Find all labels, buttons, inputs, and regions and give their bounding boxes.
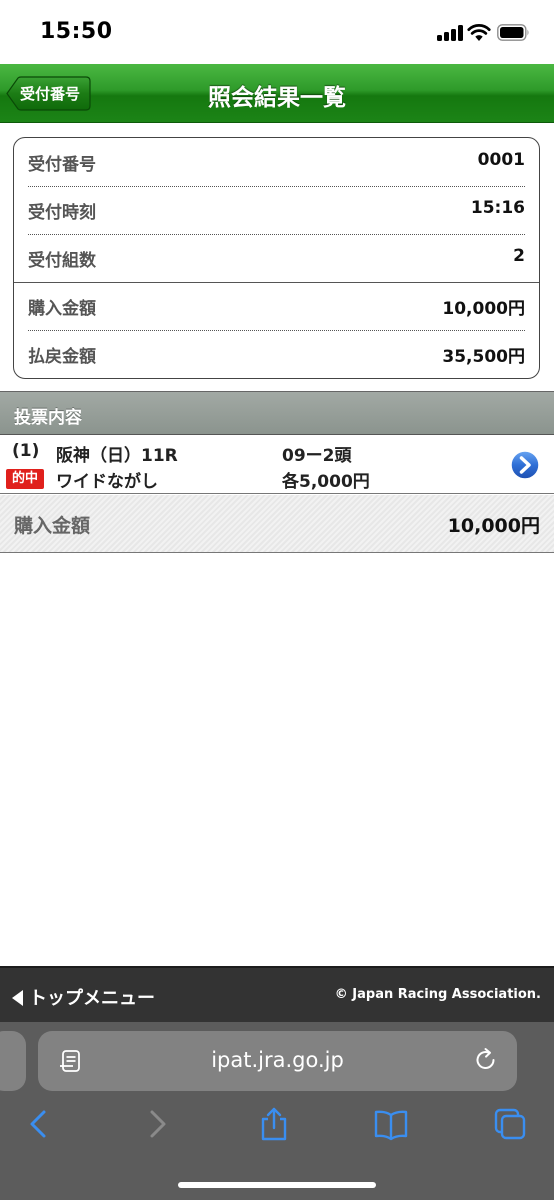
page-title: 照会結果一覧 bbox=[208, 85, 346, 111]
bookmarks-icon[interactable] bbox=[373, 1106, 409, 1142]
summary-row-purchase-amount: 購入金額 10,000円 bbox=[28, 282, 525, 330]
wifi-icon bbox=[467, 24, 491, 41]
forward-arrow-icon[interactable] bbox=[140, 1106, 176, 1142]
summary-box: 受付番号 0001 受付時刻 15:16 受付組数 2 購入金額 10,000円… bbox=[13, 137, 540, 379]
footer-bar: トップメニュー © Japan Racing Association. bbox=[0, 966, 554, 1022]
summary-row-receipt-time: 受付時刻 15:16 bbox=[28, 186, 525, 234]
summary-label: 受付番号 bbox=[28, 155, 96, 175]
bet-index: (1) bbox=[12, 441, 40, 461]
summary-row-set-count: 受付組数 2 bbox=[28, 234, 525, 282]
section-title: 投票内容 bbox=[14, 408, 82, 428]
triangle-left-icon bbox=[12, 990, 23, 1006]
chevron-right-icon[interactable] bbox=[510, 450, 540, 480]
url-text: ipat.jra.go.jp bbox=[211, 1048, 344, 1072]
app-header: 受付番号 照会結果一覧 bbox=[0, 64, 554, 123]
battery-icon bbox=[497, 24, 529, 41]
address-bar[interactable]: ipat.jra.go.jp bbox=[38, 1031, 517, 1091]
summary-value: 2 bbox=[513, 246, 525, 266]
status-bar: 15:50 bbox=[0, 0, 554, 64]
summary-value: 35,500円 bbox=[442, 347, 525, 367]
top-menu-label: トップメニュー bbox=[29, 988, 155, 1009]
bet-race: 阪神（日）11R bbox=[56, 446, 178, 466]
summary-label: 購入金額 bbox=[28, 299, 96, 319]
bet-combination: 09ー2頭 bbox=[282, 446, 352, 466]
browser-chrome: ipat.jra.go.jp bbox=[0, 1022, 554, 1200]
total-label: 購入金額 bbox=[14, 515, 91, 537]
bet-amount: 各5,000円 bbox=[282, 472, 370, 492]
top-menu-link[interactable]: トップメニュー bbox=[12, 984, 155, 1010]
hit-badge: 的中 bbox=[6, 469, 44, 489]
summary-value: 0001 bbox=[477, 150, 525, 170]
summary-label: 払戻金額 bbox=[28, 347, 96, 367]
summary-value: 15:16 bbox=[470, 198, 525, 218]
summary-label: 受付時刻 bbox=[28, 203, 96, 223]
share-icon[interactable] bbox=[256, 1106, 292, 1142]
reload-icon[interactable] bbox=[474, 1047, 498, 1073]
back-arrow-icon[interactable] bbox=[20, 1106, 56, 1142]
summary-value: 10,000円 bbox=[442, 299, 525, 319]
purchase-total-row: 購入金額 10,000円 bbox=[0, 495, 554, 553]
previous-tab-preview[interactable] bbox=[0, 1031, 26, 1091]
summary-row-payout-amount: 払戻金額 35,500円 bbox=[28, 330, 525, 378]
copyright: © Japan Racing Association. bbox=[334, 987, 541, 1002]
cellular-signal-icon bbox=[437, 25, 463, 41]
home-indicator bbox=[178, 1182, 376, 1188]
bet-list-item[interactable]: (1) 阪神（日）11R 09ー2頭 的中 ワイドながし 各5,000円 bbox=[0, 435, 554, 494]
total-value: 10,000円 bbox=[447, 515, 540, 537]
summary-label: 受付組数 bbox=[28, 251, 96, 271]
status-time: 15:50 bbox=[40, 19, 113, 44]
bet-type: ワイドながし bbox=[56, 472, 158, 492]
section-header-bets: 投票内容 bbox=[0, 391, 554, 435]
tabs-icon[interactable] bbox=[492, 1106, 528, 1142]
summary-row-receipt-number: 受付番号 0001 bbox=[28, 138, 525, 186]
